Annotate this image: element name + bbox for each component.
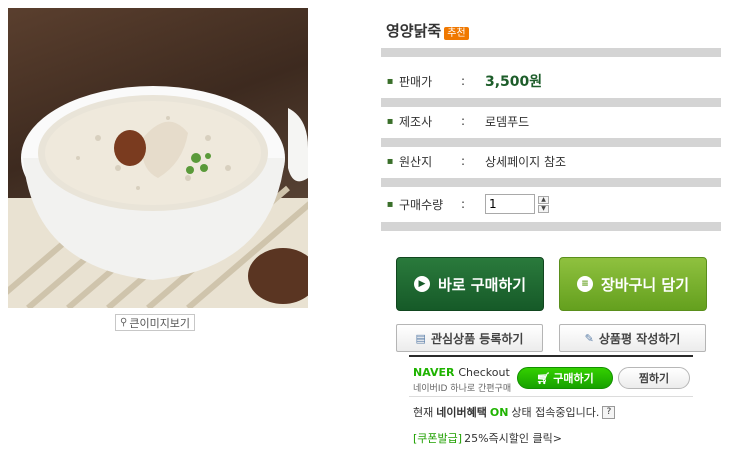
quantity-sep: : (461, 197, 466, 211)
price-row: ▪ 판매가 : 3,500원 (381, 70, 721, 92)
coupon-tag: [쿠폰발급] (413, 432, 463, 445)
origin-row: ▪ 원산지 : 상세페이지 참조 (381, 150, 721, 172)
product-image[interactable] (8, 8, 308, 308)
quantity-row: ▪ 구매수량 : ▲ ▼ (381, 193, 721, 215)
naver-status: 현재 네이버혜택 ON 상태 접속중입니다. ? (413, 404, 616, 420)
price-sep: : (461, 74, 466, 88)
quantity-label: 구매수량 (399, 197, 444, 212)
info-divider (381, 48, 721, 57)
info-divider (381, 138, 721, 147)
maker-value: 로뎀푸드 (485, 114, 530, 129)
naver-buy-label: 구매하기 (553, 372, 594, 385)
add-to-cart-button[interactable]: ≡ 장바구니 담기 (559, 257, 707, 311)
buy-now-button[interactable]: ▶ 바로 구매하기 (396, 257, 544, 311)
product-title: 영양닭죽 (386, 22, 442, 40)
info-divider (381, 98, 721, 107)
zoom-image-button[interactable]: ⚲ 큰이미지보기 (115, 314, 196, 331)
maker-label: 제조사 (399, 114, 433, 129)
porridge-illustration (8, 86, 308, 308)
origin-value: 상세페이지 참조 (485, 154, 567, 169)
status-suffix: 상태 접속중입니다. (511, 406, 600, 419)
map-pin-icon: ⚲ (120, 317, 128, 328)
info-divider (381, 222, 721, 231)
document-icon: ▤ (415, 331, 426, 345)
price-value: 3,500원 (485, 74, 543, 90)
bullet: ▪ (386, 115, 394, 127)
naver-checkout-logo: NAVER Checkout (413, 366, 510, 379)
bullet: ▪ (386, 155, 394, 167)
arrow-right-icon: ▶ (413, 276, 430, 292)
quantity-input[interactable] (485, 194, 535, 214)
origin-sep: : (461, 154, 466, 168)
recommend-badge: 추천 (444, 26, 469, 40)
add-to-cart-label: 장바구니 담기 (600, 275, 690, 294)
origin-label: 원산지 (399, 154, 433, 169)
pencil-icon: ✎ (584, 331, 594, 345)
add-wishlist-label: 관심상품 등록하기 (430, 331, 524, 346)
cart-icon: ≡ (576, 276, 593, 292)
naver-wish-label: 찜하기 (638, 372, 670, 385)
maker-sep: : (461, 114, 466, 128)
product-title-row: 영양닭죽 추천 (386, 20, 469, 41)
coupon-text: 25%즉시할인 클릭> (464, 432, 562, 445)
maker-row: ▪ 제조사 : 로뎀푸드 (381, 110, 721, 132)
checkout-brand: Checkout (458, 366, 510, 379)
add-wishlist-button[interactable]: ▤ 관심상품 등록하기 (396, 324, 543, 352)
status-on: ON (489, 405, 509, 419)
bullet: ▪ (386, 198, 394, 210)
help-icon[interactable]: ? (602, 405, 616, 419)
price-label: 판매가 (399, 74, 433, 89)
buy-now-label: 바로 구매하기 (437, 275, 527, 294)
naver-wish-button[interactable]: 찜하기 (618, 367, 690, 389)
naver-brand: NAVER (413, 366, 455, 379)
quantity-stepper[interactable]: ▲ ▼ (538, 195, 549, 213)
status-brand: 네이버혜택 (436, 406, 487, 419)
write-review-label: 상품평 작성하기 (598, 331, 681, 346)
naver-checkout-box: NAVER Checkout 네이버ID 하나로 간편구매 🛒︎ 구매하기 찜하… (409, 355, 693, 397)
write-review-button[interactable]: ✎ 상품평 작성하기 (559, 324, 706, 352)
bullet: ▪ (386, 75, 394, 87)
zoom-image-label: 큰이미지보기 (129, 316, 191, 330)
cart-icon: 🛒︎ (536, 371, 551, 385)
coupon-link[interactable]: [쿠폰발급] 25%즉시할인 클릭> (413, 430, 562, 446)
info-divider (381, 178, 721, 187)
increment-arrow-icon[interactable]: ▲ (538, 195, 549, 204)
naver-buy-button[interactable]: 🛒︎ 구매하기 (517, 367, 613, 389)
status-prefix: 현재 (413, 406, 434, 419)
decrement-arrow-icon[interactable]: ▼ (538, 204, 549, 213)
naver-checkout-subtitle: 네이버ID 하나로 간편구매 (413, 384, 512, 394)
